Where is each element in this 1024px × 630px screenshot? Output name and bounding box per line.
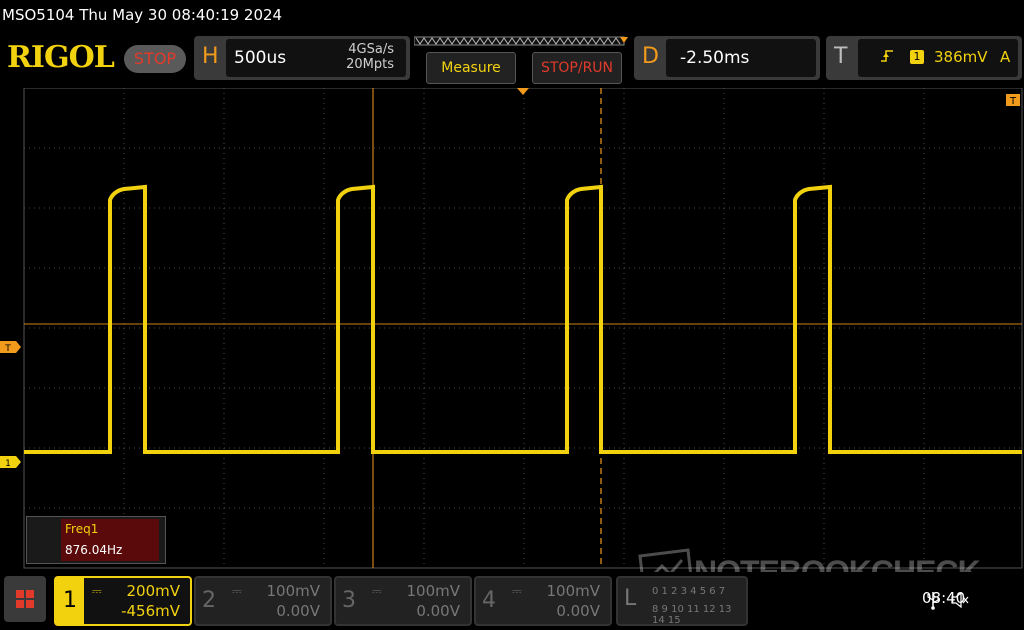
main-menu-button[interactable] [4, 576, 46, 622]
graticule [23, 88, 1023, 569]
dc-coupling-icon: ⎓ [372, 584, 382, 598]
acquisition-info: 4GSa/s 20Mpts [346, 42, 394, 72]
brand-logo: RIGOL [7, 40, 115, 75]
trigger-values[interactable]: 1 386mV A [858, 39, 1018, 77]
channel-1-offset: -456mV [121, 602, 180, 620]
trigger-mode: A [1000, 48, 1011, 66]
delay-values[interactable]: -2.50ms [666, 39, 816, 77]
sample-rate: 4GSa/s [348, 42, 394, 57]
measure-button[interactable]: Measure [426, 52, 516, 84]
channel-4-scale: 100mV [546, 582, 600, 600]
trigger-source-badge: 1 [910, 50, 924, 64]
logic-letter: L [624, 586, 637, 611]
title-bar: MSO5104 Thu May 30 08:40:19 2024 [0, 0, 1024, 32]
channel-2-offset: 0.00V [276, 602, 320, 620]
memory-depth: 20Mpts [346, 57, 394, 72]
dc-coupling-icon: ⎓ [232, 584, 242, 598]
channel-3-scale: 100mV [406, 582, 460, 600]
stop-run-button[interactable]: STOP/RUN [532, 52, 622, 84]
bottom-bar: 1 ⎓ 200mV -456mV 2 ⎓ 100mV 0.00V 3 ⎓ 100… [0, 572, 1024, 630]
measurement-panel[interactable]: Freq1 876.04Hz [26, 516, 166, 564]
channel-1-scale: 200mV [126, 582, 180, 600]
trigger-marker-right-label: T [1009, 96, 1017, 107]
rising-edge-icon [881, 50, 893, 62]
channel-3-button[interactable]: 3 ⎓ 100mV 0.00V [334, 576, 472, 626]
trigger-panel[interactable]: T 1 386mV A [826, 36, 1022, 80]
timebase-value: 500us [234, 48, 287, 68]
channel-3-offset: 0.00V [416, 602, 460, 620]
dc-coupling-icon: ⎓ [92, 584, 102, 598]
channel-3-number: 3 [342, 588, 356, 613]
run-state-button[interactable]: STOP [124, 45, 186, 73]
memory-timeline [414, 36, 628, 46]
channel-4-button[interactable]: 4 ⎓ 100mV 0.00V [474, 576, 612, 626]
delay-letter: D [642, 44, 659, 69]
waveform-display[interactable]: T T 1 [0, 88, 1024, 570]
trigger-level-marker-label: T [4, 344, 11, 354]
channel-1-number: 1 [56, 578, 84, 624]
channel-4-number: 4 [482, 588, 496, 613]
channel-2-button[interactable]: 2 ⎓ 100mV 0.00V [194, 576, 332, 626]
trigger-level-marker: T [0, 341, 21, 354]
trigger-letter: T [834, 44, 848, 69]
trigger-marker-right: T [1006, 94, 1020, 107]
channel-1-marker: 1 [0, 456, 21, 469]
frequency-readout: Freq1 876.04Hz [61, 519, 159, 561]
frequency-label: Freq1 [65, 522, 99, 536]
logic-channels-button[interactable]: L 0 1 2 3 4 5 6 7 8 9 10 11 12 13 14 15 [616, 576, 748, 626]
logic-digits-low: 0 1 2 3 4 5 6 7 [652, 586, 726, 597]
channel-2-scale: 100mV [266, 582, 320, 600]
horizontal-panel[interactable]: H 500us 4GSa/s 20Mpts [194, 36, 410, 80]
grid-menu-icon [16, 590, 34, 608]
horizontal-letter: H [202, 44, 219, 69]
delay-value: -2.50ms [680, 48, 750, 68]
channel-2-number: 2 [202, 588, 216, 613]
logic-digits-high: 8 9 10 11 12 13 14 15 [652, 604, 732, 626]
top-toolbar: RIGOL STOP H 500us 4GSa/s 20Mpts Measure… [0, 32, 1024, 88]
dc-coupling-icon: ⎓ [512, 584, 522, 598]
frequency-value: 876.04Hz [65, 543, 123, 557]
horizontal-values[interactable]: 500us 4GSa/s 20Mpts [226, 39, 406, 77]
trigger-level: 386mV [934, 48, 988, 66]
channel-1-button[interactable]: 1 ⎓ 200mV -456mV [54, 576, 192, 626]
channel-4-offset: 0.00V [556, 602, 600, 620]
window-title: MSO5104 Thu May 30 08:40:19 2024 [2, 6, 283, 24]
clock: 08:40 [922, 589, 966, 607]
delay-panel[interactable]: D -2.50ms [634, 36, 820, 80]
channel-1-marker-label: 1 [5, 459, 11, 469]
